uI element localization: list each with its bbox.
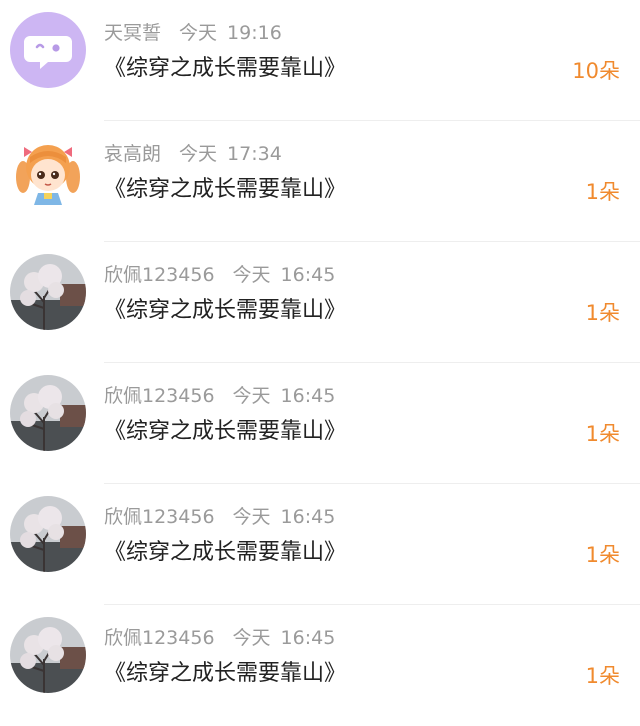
record-day: 今天 — [232, 506, 271, 528]
blossom-tree-photo — [10, 254, 86, 330]
record-day: 今天 — [179, 22, 218, 44]
purple-chat-bubble-icon — [10, 12, 86, 88]
book-title[interactable]: 《综穿之成长需要靠山》 — [104, 417, 346, 447]
record-time: 16:45 — [280, 385, 336, 407]
user-name[interactable]: 欣佩123456 — [104, 385, 215, 407]
book-title[interactable]: 《综穿之成长需要靠山》 — [104, 659, 346, 689]
user-name[interactable]: 欣佩123456 — [104, 506, 215, 528]
cartoon-girl-icon — [10, 133, 86, 209]
record-meta: 欣佩123456 今天 16:45 — [104, 625, 335, 651]
record-day: 今天 — [232, 264, 271, 286]
book-title[interactable]: 《综穿之成长需要靠山》 — [104, 296, 346, 326]
record-time: 16:45 — [280, 627, 336, 649]
flower-count: 10朵 — [572, 59, 620, 83]
flower-count: 1朵 — [585, 664, 620, 688]
book-title[interactable]: 《综穿之成长需要靠山》 — [104, 175, 346, 205]
avatar[interactable] — [10, 617, 86, 693]
record-time: 17:34 — [227, 143, 282, 165]
list-item[interactable]: 欣佩123456 今天 16:45 《综穿之成长需要靠山》 1朵 — [0, 363, 640, 484]
record-time: 19:16 — [227, 22, 282, 44]
flower-count: 1朵 — [585, 301, 620, 325]
avatar[interactable] — [10, 496, 86, 572]
gift-record-list: 天冥誓 今天 19:16 《综穿之成长需要靠山》 10朵 哀高朗 今天 17:3… — [0, 0, 640, 714]
user-name[interactable]: 哀高朗 — [104, 143, 161, 165]
record-day: 今天 — [232, 627, 271, 649]
blossom-tree-photo — [10, 617, 86, 693]
flower-count: 1朵 — [585, 422, 620, 446]
list-item[interactable]: 天冥誓 今天 19:16 《综穿之成长需要靠山》 10朵 — [0, 0, 640, 121]
record-meta: 欣佩123456 今天 16:45 — [104, 383, 335, 409]
list-item[interactable]: 欣佩123456 今天 16:45 《综穿之成长需要靠山》 1朵 — [0, 242, 640, 363]
user-name[interactable]: 欣佩123456 — [104, 627, 215, 649]
record-meta: 哀高朗 今天 17:34 — [104, 141, 282, 167]
book-title[interactable]: 《综穿之成长需要靠山》 — [104, 54, 346, 84]
record-time: 16:45 — [280, 506, 336, 528]
user-name[interactable]: 天冥誓 — [104, 22, 161, 44]
blossom-tree-photo — [10, 496, 86, 572]
record-time: 16:45 — [280, 264, 336, 286]
list-item[interactable]: 欣佩123456 今天 16:45 《综穿之成长需要靠山》 1朵 — [0, 484, 640, 605]
avatar[interactable] — [10, 254, 86, 330]
record-meta: 欣佩123456 今天 16:45 — [104, 504, 335, 530]
user-name[interactable]: 欣佩123456 — [104, 264, 215, 286]
flower-count: 1朵 — [585, 543, 620, 567]
blossom-tree-photo — [10, 375, 86, 451]
record-meta: 天冥誓 今天 19:16 — [104, 20, 282, 46]
avatar[interactable] — [10, 12, 86, 88]
record-day: 今天 — [232, 385, 271, 407]
avatar[interactable] — [10, 375, 86, 451]
avatar[interactable] — [10, 133, 86, 209]
record-day: 今天 — [179, 143, 218, 165]
record-meta: 欣佩123456 今天 16:45 — [104, 262, 335, 288]
book-title[interactable]: 《综穿之成长需要靠山》 — [104, 538, 346, 568]
flower-count: 1朵 — [585, 180, 620, 204]
list-item[interactable]: 欣佩123456 今天 16:45 《综穿之成长需要靠山》 1朵 — [0, 605, 640, 726]
list-item[interactable]: 哀高朗 今天 17:34 《综穿之成长需要靠山》 1朵 — [0, 121, 640, 242]
